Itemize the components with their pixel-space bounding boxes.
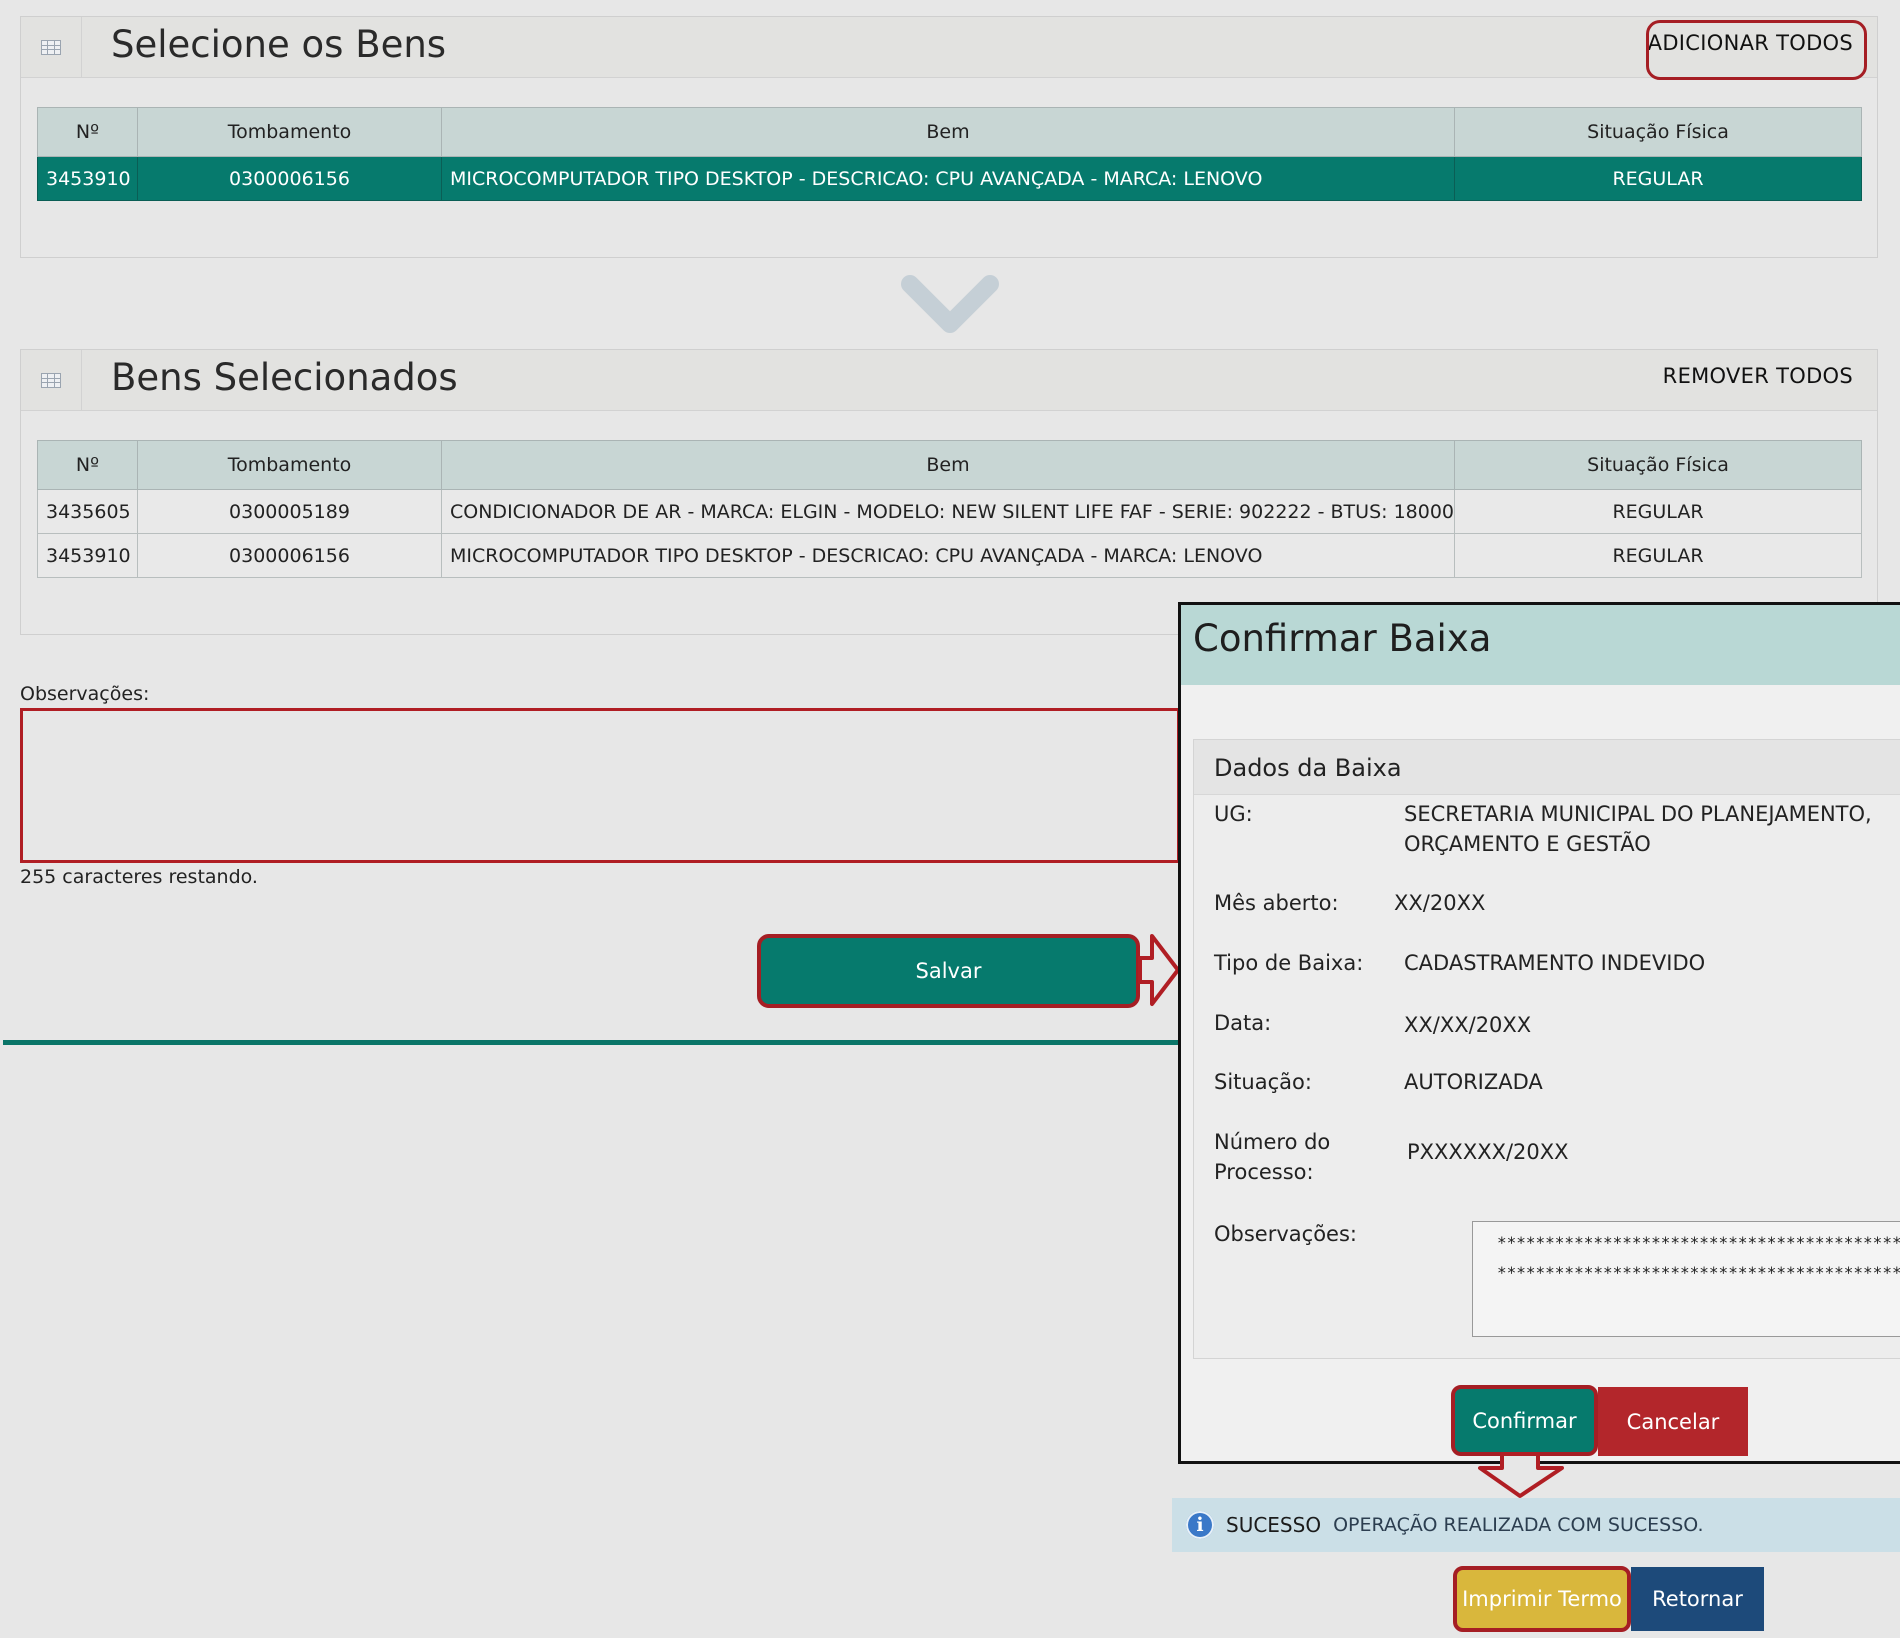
cell-tombamento: 0300005189	[137, 489, 442, 534]
dialog-title: Confirmar Baixa	[1193, 617, 1492, 660]
select-items-header: Selecione os Bens ADICIONAR TODOS	[21, 17, 1877, 78]
available-items-table: Nº Tombamento Bem Situação Física 345391…	[37, 107, 1862, 201]
table-icon	[21, 350, 82, 410]
table-row[interactable]: 3453910 0300006156 MICROCOMPUTADOR TIPO …	[37, 533, 1862, 578]
write-off-type-value: CADASTRAMENTO INDEVIDO	[1404, 951, 1706, 975]
process-number-label-line2: Processo:	[1214, 1160, 1314, 1184]
confirm-button[interactable]: Confirmar	[1451, 1385, 1598, 1456]
add-all-button[interactable]: ADICIONAR TODOS	[1648, 31, 1853, 55]
cell-number: 3435605	[37, 489, 138, 534]
observations-readonly: ****************************************…	[1472, 1221, 1900, 1337]
arrow-down-icon	[1478, 1452, 1564, 1498]
col-header-bem[interactable]: Bem	[441, 107, 1455, 157]
baixa-details: Dados da Baixa UG: SECRETARIA MUNICIPAL …	[1193, 739, 1900, 1359]
process-number-value: PXXXXXX/20XX	[1407, 1140, 1569, 1164]
selected-items-panel: Bens Selecionados REMOVER TODOS Nº Tomba…	[20, 349, 1878, 635]
success-text: OPERAÇÃO REALIZADA COM SUCESSO.	[1333, 1514, 1704, 1536]
remove-all-button[interactable]: REMOVER TODOS	[1663, 364, 1853, 388]
selected-items-table: Nº Tombamento Bem Situação Física 343560…	[37, 440, 1862, 578]
cell-situacao: REGULAR	[1454, 489, 1862, 534]
cell-number: 3453910	[37, 533, 138, 578]
cell-bem: MICROCOMPUTADOR TIPO DESKTOP - DESCRICAO…	[441, 533, 1455, 578]
cell-situacao: REGULAR	[1454, 156, 1862, 201]
cancel-button[interactable]: Cancelar	[1598, 1387, 1748, 1456]
status-value: AUTORIZADA	[1404, 1070, 1543, 1094]
process-number-label-line1: Número do	[1214, 1130, 1331, 1154]
divider	[3, 1040, 1183, 1045]
print-term-button[interactable]: Imprimir Termo	[1453, 1566, 1631, 1632]
table-icon	[21, 17, 82, 77]
panel-title: Bens Selecionados	[111, 356, 458, 399]
confirm-dialog: Confirmar Baixa Dados da Baixa UG: SECRE…	[1178, 602, 1900, 1464]
save-button[interactable]: Salvar	[757, 934, 1140, 1008]
cell-number: 3453910	[37, 156, 138, 201]
success-status: SUCESSO	[1226, 1513, 1322, 1537]
col-header-tombamento[interactable]: Tombamento	[137, 107, 442, 157]
cell-tombamento: 0300006156	[137, 156, 442, 201]
selected-items-header: Bens Selecionados REMOVER TODOS	[21, 350, 1877, 411]
cell-situacao: REGULAR	[1454, 533, 1862, 578]
col-header-situacao[interactable]: Situação Física	[1454, 440, 1862, 490]
col-header-bem[interactable]: Bem	[441, 440, 1455, 490]
cell-bem: CONDICIONADOR DE AR - MARCA: ELGIN - MOD…	[441, 489, 1455, 534]
status-label: Situação:	[1214, 1070, 1312, 1094]
table-row[interactable]: 3453910 0300006156 MICROCOMPUTADOR TIPO …	[37, 156, 1862, 201]
open-month-label: Mês aberto:	[1214, 891, 1339, 915]
col-header-number[interactable]: Nº	[37, 107, 138, 157]
observations-line: ****************************************…	[1497, 1233, 1900, 1252]
observations-label: Observações:	[20, 683, 150, 705]
arrow-right-icon	[1138, 934, 1180, 1006]
select-items-panel: Selecione os Bens ADICIONAR TODOS Nº Tom…	[20, 16, 1878, 258]
dialog-header: Confirmar Baixa	[1181, 605, 1900, 685]
table-row[interactable]: 3435605 0300005189 CONDICIONADOR DE AR -…	[37, 489, 1862, 534]
write-off-type-label: Tipo de Baixa:	[1214, 951, 1364, 975]
date-label: Data:	[1214, 1011, 1272, 1035]
cell-tombamento: 0300006156	[137, 533, 442, 578]
col-header-situacao[interactable]: Situação Física	[1454, 107, 1862, 157]
return-button[interactable]: Retornar	[1631, 1567, 1764, 1631]
observations-label: Observações:	[1214, 1222, 1357, 1246]
observations-line: ****************************************…	[1497, 1263, 1900, 1282]
info-icon: i	[1186, 1511, 1214, 1539]
col-header-tombamento[interactable]: Tombamento	[137, 440, 442, 490]
open-month-value: XX/20XX	[1394, 891, 1486, 915]
panel-title: Selecione os Bens	[111, 23, 447, 66]
date-value: XX/XX/20XX	[1404, 1013, 1532, 1037]
success-message: i SUCESSO OPERAÇÃO REALIZADA COM SUCESSO…	[1172, 1498, 1900, 1552]
chevron-down-icon	[901, 275, 999, 333]
details-header: Dados da Baixa	[1194, 740, 1900, 795]
observations-textarea[interactable]	[20, 708, 1180, 863]
ug-label: UG:	[1214, 802, 1253, 826]
ug-value-line2: ORÇAMENTO E GESTÃO	[1404, 832, 1651, 856]
col-header-number[interactable]: Nº	[37, 440, 138, 490]
characters-remaining: 255 caracteres restando.	[20, 866, 258, 888]
ug-value-line1: SECRETARIA MUNICIPAL DO PLANEJAMENTO,	[1404, 802, 1872, 826]
cell-bem: MICROCOMPUTADOR TIPO DESKTOP - DESCRICAO…	[441, 156, 1455, 201]
details-title: Dados da Baixa	[1214, 754, 1402, 782]
